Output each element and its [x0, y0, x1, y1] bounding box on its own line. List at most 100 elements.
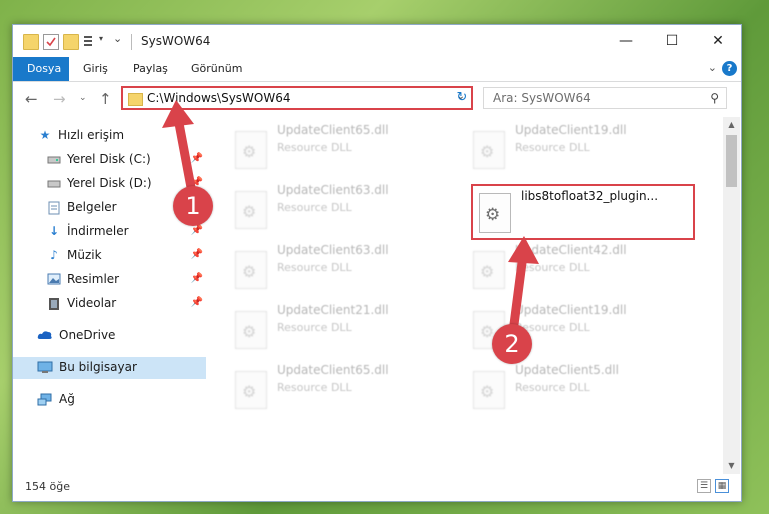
sidebar-item-pictures[interactable]: Resimler 📌 [13, 269, 206, 291]
maximize-button[interactable]: ☐ [649, 25, 695, 57]
navigation-pane: ★ Hızlı erişim Yerel Disk (C:) 📌 Yerel D… [13, 117, 208, 474]
new-folder-icon[interactable] [63, 34, 79, 50]
file-type: Resource DLL [277, 381, 352, 394]
file-type: Resource DLL [277, 201, 352, 214]
music-icon: ♪ [50, 248, 58, 262]
sidebar-item-label: Videolar [67, 296, 117, 310]
dll-file-icon [235, 311, 267, 349]
file-name: UpdateClient65.dll [277, 363, 389, 377]
step-1-marker: 1 [173, 186, 213, 226]
file-name: UpdateClient21.dll [277, 303, 389, 317]
title-bar: ▾ ⌄ SysWOW64 — ☐ ✕ [13, 25, 741, 57]
forward-arrow-icon[interactable]: → [53, 90, 66, 108]
file-name: UpdateClient5.dll [515, 363, 619, 377]
file-tile[interactable]: UpdateClient63.dll Resource DLL [223, 181, 443, 233]
file-tile[interactable]: UpdateClient65.dll Resource DLL [223, 121, 443, 173]
download-icon: ↓ [48, 224, 60, 238]
status-bar: 154 öğe ☰ ▦ [13, 474, 741, 500]
sidebar-item-label: Yerel Disk (D:) [67, 176, 152, 190]
tab-view[interactable]: Görünüm [191, 57, 242, 81]
sidebar-item-label: Müzik [67, 248, 102, 262]
sidebar-item-label: Yerel Disk (C:) [67, 152, 151, 166]
sidebar-item-this-pc[interactable]: Bu bilgisayar [13, 357, 206, 379]
file-type: Resource DLL [277, 141, 352, 154]
sidebar-item-quick-access[interactable]: ★ Hızlı erişim [13, 125, 206, 147]
item-count: 154 öğe [25, 480, 70, 493]
scroll-up-icon[interactable]: ▲ [723, 117, 740, 133]
file-tile-selected[interactable]: libs8tofloat32_plugin... [471, 184, 695, 240]
quick-access-dropdown-icon[interactable]: ⌄ [113, 32, 122, 45]
network-icon [37, 393, 52, 406]
file-type: Resource DLL [515, 261, 590, 274]
expand-ribbon-icon[interactable]: ⌄ [708, 61, 717, 74]
recent-locations-icon[interactable]: ⌄ [79, 93, 87, 103]
customize-toolbar-icon[interactable] [83, 34, 97, 48]
vertical-scrollbar[interactable]: ▲ ▼ [723, 117, 740, 474]
minimize-button[interactable]: — [603, 25, 649, 57]
properties-icon[interactable] [43, 34, 59, 50]
sidebar-item-music[interactable]: ♪ Müzik 📌 [13, 245, 206, 267]
file-name: UpdateClient19.dll [515, 303, 627, 317]
file-type: Resource DLL [277, 321, 352, 334]
pin-icon[interactable]: 📌 [191, 225, 203, 236]
sidebar-item-label: Hızlı erişim [58, 128, 125, 142]
scroll-thumb[interactable] [726, 135, 737, 187]
dll-file-icon [235, 371, 267, 409]
drive-icon [47, 177, 61, 190]
close-button[interactable]: ✕ [695, 25, 741, 57]
file-tile[interactable]: UpdateClient42.dll Resource DLL [461, 241, 681, 293]
sidebar-item-network[interactable]: Ağ [13, 389, 206, 411]
file-tile[interactable]: UpdateClient5.dll Resource DLL [461, 361, 681, 413]
sidebar-item-local-disk-d[interactable]: Yerel Disk (D:) 📌 [13, 173, 206, 195]
sidebar-item-label: İndirmeler [67, 224, 129, 238]
sidebar-item-label: OneDrive [59, 328, 116, 342]
file-name: UpdateClient63.dll [277, 183, 389, 197]
up-arrow-icon[interactable]: ↑ [99, 90, 112, 108]
file-tile[interactable]: UpdateClient19.dll Resource DLL [461, 121, 681, 173]
folder-icon [23, 34, 39, 50]
refresh-button[interactable]: ↻ [453, 86, 473, 110]
pictures-icon [47, 273, 61, 286]
search-input[interactable]: Ara: SysWOW64 ⚲ [483, 87, 727, 109]
sidebar-item-label: Ağ [59, 392, 75, 406]
file-explorer-window: ▾ ⌄ SysWOW64 — ☐ ✕ Dosya Giriş Paylaş Gö… [12, 24, 742, 502]
pin-icon[interactable]: 📌 [191, 153, 203, 164]
large-icons-view-icon[interactable]: ▦ [715, 479, 729, 493]
navigation-bar: ← → ⌄ ↑ C:\Windows\SysWOW64 ⌄ ↻ Ara: Sys… [13, 82, 741, 116]
sidebar-item-label: Belgeler [67, 200, 117, 214]
dll-file-icon [479, 193, 511, 233]
scroll-down-icon[interactable]: ▼ [723, 458, 740, 474]
sidebar-item-label: Resimler [67, 272, 120, 286]
pin-icon[interactable]: 📌 [191, 273, 203, 284]
file-tile[interactable]: UpdateClient63.dll Resource DLL [223, 241, 443, 293]
cloud-icon [37, 329, 52, 342]
address-text: C:\Windows\SysWOW64 [147, 91, 291, 105]
address-bar[interactable]: C:\Windows\SysWOW64 ⌄ [121, 86, 473, 110]
sidebar-item-onedrive[interactable]: OneDrive [13, 325, 206, 347]
sidebar-item-local-disk-c[interactable]: Yerel Disk (C:) 📌 [13, 149, 206, 171]
ribbon-tabs: Dosya Giriş Paylaş Görünüm ⌄ ? [13, 57, 741, 82]
star-icon: ★ [39, 128, 51, 142]
dll-file-icon [473, 131, 505, 169]
step-2-marker: 2 [492, 324, 532, 364]
tab-share[interactable]: Paylaş [133, 57, 168, 81]
file-type: Resource DLL [515, 381, 590, 394]
file-type: Resource DLL [277, 261, 352, 274]
file-tile[interactable]: UpdateClient65.dll Resource DLL [223, 361, 443, 413]
chevron-down-icon[interactable]: ▾ [99, 34, 103, 43]
sidebar-item-videos[interactable]: Videolar 📌 [13, 293, 206, 315]
folder-icon [128, 93, 143, 106]
back-arrow-icon[interactable]: ← [25, 90, 38, 108]
sidebar-item-downloads[interactable]: ↓ İndirmeler 📌 [13, 221, 206, 243]
tab-home[interactable]: Giriş [83, 57, 108, 81]
tab-file[interactable]: Dosya [13, 57, 69, 81]
file-name: UpdateClient63.dll [277, 243, 389, 257]
file-list: UpdateClient65.dll Resource DLL UpdateCl… [209, 117, 723, 474]
details-view-icon[interactable]: ☰ [697, 479, 711, 493]
file-name: libs8tofloat32_plugin... [521, 189, 659, 203]
pin-icon[interactable]: 📌 [191, 297, 203, 308]
pin-icon[interactable]: 📌 [191, 249, 203, 260]
file-tile[interactable]: UpdateClient21.dll Resource DLL [223, 301, 443, 353]
help-icon[interactable]: ? [722, 61, 737, 76]
search-icon[interactable]: ⚲ [710, 91, 719, 105]
